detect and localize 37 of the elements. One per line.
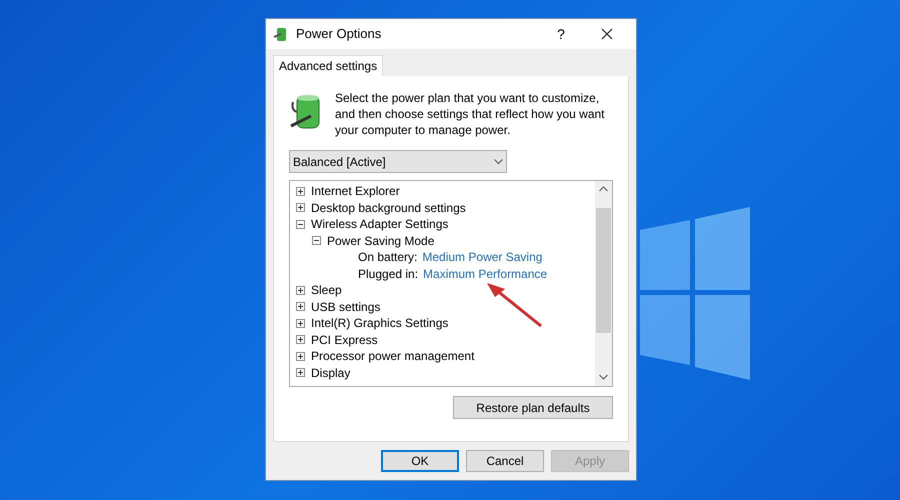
collapse-icon[interactable]: [312, 236, 321, 246]
tree-item[interactable]: Processor power management: [311, 347, 474, 366]
window-title: Power Options: [296, 25, 382, 44]
restore-defaults-button[interactable]: Restore plan defaults: [453, 396, 613, 419]
close-icon: [601, 28, 613, 40]
tree-item[interactable]: Intel(R) Graphics Settings: [311, 314, 448, 332]
description-text: Select the power plan that you want to customize, and then choose settings that reflect how you want your computer to manage power.: [335, 90, 606, 138]
tree-item[interactable]: Display: [311, 364, 350, 382]
setting-label: Plugged in:: [358, 266, 418, 283]
plan-dropdown[interactable]: Balanced [Active]: [289, 150, 507, 173]
tree-item[interactable]: PCI Express: [311, 330, 378, 349]
tab[interactable]: Advanced settings: [273, 55, 384, 76]
expand-icon[interactable]: [296, 286, 305, 295]
tree-item[interactable]: Sleep: [311, 281, 342, 300]
expand-icon[interactable]: [296, 368, 305, 378]
scrollbar[interactable]: [595, 181, 612, 386]
expand-icon[interactable]: [296, 318, 305, 328]
chevron-down-icon: [494, 158, 503, 164]
tree-item[interactable]: Wireless Adapter Settings: [311, 215, 448, 234]
expand-icon[interactable]: [296, 203, 305, 212]
collapse-icon[interactable]: [296, 220, 305, 229]
expand-icon[interactable]: [296, 186, 305, 196]
expand-icon[interactable]: [296, 335, 305, 344]
expand-icon[interactable]: [296, 352, 305, 361]
tree-item[interactable]: Internet Explorer: [311, 182, 400, 200]
tree-item[interactable]: USB settings: [311, 298, 380, 316]
setting-label: On battery:: [358, 249, 418, 266]
setting-value-link[interactable]: Medium Power Saving: [422, 248, 542, 266]
tree-item[interactable]: Power Saving Mode: [327, 232, 434, 250]
expand-icon[interactable]: [296, 302, 305, 312]
help-button[interactable]: ?: [538, 19, 584, 49]
setting-value-link[interactable]: Maximum Performance: [423, 264, 548, 283]
scrollbar-thumb[interactable]: [596, 208, 611, 333]
pointer-arrow-drawing: [485, 281, 545, 329]
tree-item[interactable]: Desktop background settings: [311, 198, 466, 217]
dialog-button[interactable]: Cancel: [466, 450, 544, 472]
dialog-button[interactable]: OK: [381, 450, 459, 472]
